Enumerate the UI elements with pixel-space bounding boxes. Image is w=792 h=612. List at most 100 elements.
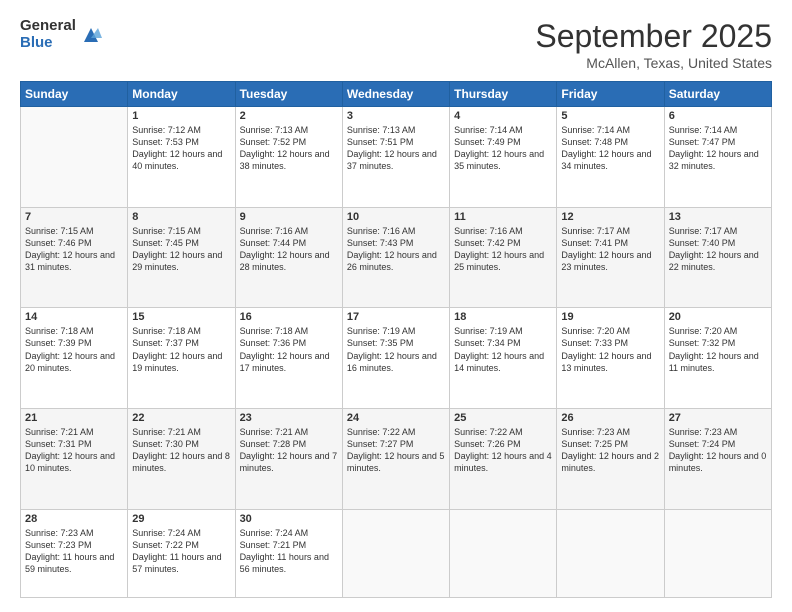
calendar-cell: 6 Sunrise: 7:14 AMSunset: 7:47 PMDaylight… xyxy=(664,107,771,208)
title-block: September 2025 McAllen, Texas, United St… xyxy=(535,18,772,71)
cell-sun-info: Sunrise: 7:19 AMSunset: 7:34 PMDaylight:… xyxy=(454,325,552,374)
cell-sun-info: Sunrise: 7:17 AMSunset: 7:40 PMDaylight:… xyxy=(669,225,767,274)
cell-day-number: 17 xyxy=(347,311,445,323)
cell-day-number: 15 xyxy=(132,311,230,323)
calendar-week-row: 1 Sunrise: 7:12 AMSunset: 7:53 PMDaylight… xyxy=(21,107,772,208)
weekday-header-row: SundayMondayTuesdayWednesdayThursdayFrid… xyxy=(21,82,772,107)
cell-sun-info: Sunrise: 7:14 AMSunset: 7:48 PMDaylight:… xyxy=(561,124,659,173)
calendar-week-row: 28Sunrise: 7:23 AMSunset: 7:23 PMDayligh… xyxy=(21,509,772,597)
cell-sun-info: Sunrise: 7:16 AMSunset: 7:44 PMDaylight:… xyxy=(240,225,338,274)
cell-sun-info: Sunrise: 7:24 AMSunset: 7:21 PMDaylight:… xyxy=(240,527,338,576)
cell-day-number: 3 xyxy=(347,110,445,122)
weekday-header: Tuesday xyxy=(235,82,342,107)
calendar-cell: 21 Sunrise: 7:21 AMSunset: 7:31 PMDayligh… xyxy=(21,408,128,509)
cell-day-number: 14 xyxy=(25,311,123,323)
cell-sun-info: Sunrise: 7:12 AMSunset: 7:53 PMDaylight:… xyxy=(132,124,230,173)
cell-day-number: 13 xyxy=(669,211,767,223)
calendar-cell: 11 Sunrise: 7:16 AMSunset: 7:42 PMDayligh… xyxy=(450,207,557,308)
cell-day-number: 7 xyxy=(25,211,123,223)
calendar-week-row: 14 Sunrise: 7:18 AMSunset: 7:39 PMDayligh… xyxy=(21,308,772,409)
cell-sun-info: Sunrise: 7:19 AMSunset: 7:35 PMDaylight:… xyxy=(347,325,445,374)
cell-day-number: 4 xyxy=(454,110,552,122)
cell-day-number: 12 xyxy=(561,211,659,223)
calendar-cell: 28Sunrise: 7:23 AMSunset: 7:23 PMDayligh… xyxy=(21,509,128,597)
cell-day-number: 29 xyxy=(132,513,230,525)
calendar-week-row: 21 Sunrise: 7:21 AMSunset: 7:31 PMDayligh… xyxy=(21,408,772,509)
location: McAllen, Texas, United States xyxy=(535,55,772,71)
cell-sun-info: Sunrise: 7:13 AMSunset: 7:52 PMDaylight:… xyxy=(240,124,338,173)
calendar-cell xyxy=(21,107,128,208)
cell-sun-info: Sunrise: 7:20 AMSunset: 7:33 PMDaylight:… xyxy=(561,325,659,374)
cell-day-number: 23 xyxy=(240,412,338,424)
cell-day-number: 11 xyxy=(454,211,552,223)
cell-sun-info: Sunrise: 7:21 AMSunset: 7:28 PMDaylight:… xyxy=(240,426,338,475)
calendar-cell: 2Sunrise: 7:13 AMSunset: 7:52 PMDaylight… xyxy=(235,107,342,208)
cell-day-number: 30 xyxy=(240,513,338,525)
calendar-cell: 14 Sunrise: 7:18 AMSunset: 7:39 PMDayligh… xyxy=(21,308,128,409)
cell-sun-info: Sunrise: 7:18 AMSunset: 7:39 PMDaylight:… xyxy=(25,325,123,374)
calendar-cell xyxy=(664,509,771,597)
cell-day-number: 26 xyxy=(561,412,659,424)
calendar-cell: 29 Sunrise: 7:24 AMSunset: 7:22 PMDayligh… xyxy=(128,509,235,597)
cell-sun-info: Sunrise: 7:16 AMSunset: 7:42 PMDaylight:… xyxy=(454,225,552,274)
calendar: SundayMondayTuesdayWednesdayThursdayFrid… xyxy=(20,81,772,598)
calendar-cell: 18 Sunrise: 7:19 AMSunset: 7:34 PMDayligh… xyxy=(450,308,557,409)
logo-general: General xyxy=(20,18,76,35)
cell-day-number: 1 xyxy=(132,110,230,122)
cell-day-number: 22 xyxy=(132,412,230,424)
calendar-cell: 23 Sunrise: 7:21 AMSunset: 7:28 PMDayligh… xyxy=(235,408,342,509)
cell-day-number: 5 xyxy=(561,110,659,122)
calendar-cell: 30 Sunrise: 7:24 AMSunset: 7:21 PMDayligh… xyxy=(235,509,342,597)
cell-sun-info: Sunrise: 7:24 AMSunset: 7:22 PMDaylight:… xyxy=(132,527,230,576)
header: General Blue September 2025 McAllen, Tex… xyxy=(20,18,772,71)
calendar-cell: 9 Sunrise: 7:16 AMSunset: 7:44 PMDaylight… xyxy=(235,207,342,308)
cell-sun-info: Sunrise: 7:15 AMSunset: 7:45 PMDaylight:… xyxy=(132,225,230,274)
cell-sun-info: Sunrise: 7:23 AMSunset: 7:23 PMDaylight:… xyxy=(25,527,123,576)
cell-day-number: 9 xyxy=(240,211,338,223)
calendar-cell: 27Sunrise: 7:23 AMSunset: 7:24 PMDayligh… xyxy=(664,408,771,509)
calendar-cell: 8 Sunrise: 7:15 AMSunset: 7:45 PMDaylight… xyxy=(128,207,235,308)
calendar-week-row: 7 Sunrise: 7:15 AMSunset: 7:46 PMDaylight… xyxy=(21,207,772,308)
weekday-header: Sunday xyxy=(21,82,128,107)
calendar-cell xyxy=(557,509,664,597)
cell-day-number: 24 xyxy=(347,412,445,424)
calendar-cell: 26 Sunrise: 7:23 AMSunset: 7:25 PMDayligh… xyxy=(557,408,664,509)
calendar-cell: 13 Sunrise: 7:17 AMSunset: 7:40 PMDayligh… xyxy=(664,207,771,308)
cell-sun-info: Sunrise: 7:22 AMSunset: 7:27 PMDaylight:… xyxy=(347,426,445,475)
cell-day-number: 19 xyxy=(561,311,659,323)
calendar-cell xyxy=(450,509,557,597)
cell-sun-info: Sunrise: 7:21 AMSunset: 7:30 PMDaylight:… xyxy=(132,426,230,475)
cell-day-number: 21 xyxy=(25,412,123,424)
cell-sun-info: Sunrise: 7:21 AMSunset: 7:31 PMDaylight:… xyxy=(25,426,123,475)
calendar-cell: 15 Sunrise: 7:18 AMSunset: 7:37 PMDayligh… xyxy=(128,308,235,409)
cell-day-number: 10 xyxy=(347,211,445,223)
weekday-header: Monday xyxy=(128,82,235,107)
page: General Blue September 2025 McAllen, Tex… xyxy=(0,0,792,612)
cell-sun-info: Sunrise: 7:18 AMSunset: 7:37 PMDaylight:… xyxy=(132,325,230,374)
weekday-header: Wednesday xyxy=(342,82,449,107)
calendar-cell: 3 Sunrise: 7:13 AMSunset: 7:51 PMDaylight… xyxy=(342,107,449,208)
cell-sun-info: Sunrise: 7:23 AMSunset: 7:25 PMDaylight:… xyxy=(561,426,659,475)
cell-sun-info: Sunrise: 7:14 AMSunset: 7:47 PMDaylight:… xyxy=(669,124,767,173)
logo-blue: Blue xyxy=(20,35,76,52)
calendar-cell: 22 Sunrise: 7:21 AMSunset: 7:30 PMDayligh… xyxy=(128,408,235,509)
cell-sun-info: Sunrise: 7:14 AMSunset: 7:49 PMDaylight:… xyxy=(454,124,552,173)
cell-sun-info: Sunrise: 7:17 AMSunset: 7:41 PMDaylight:… xyxy=(561,225,659,274)
cell-sun-info: Sunrise: 7:18 AMSunset: 7:36 PMDaylight:… xyxy=(240,325,338,374)
weekday-header: Thursday xyxy=(450,82,557,107)
weekday-header: Saturday xyxy=(664,82,771,107)
cell-day-number: 16 xyxy=(240,311,338,323)
cell-day-number: 27 xyxy=(669,412,767,424)
cell-day-number: 6 xyxy=(669,110,767,122)
calendar-cell: 25Sunrise: 7:22 AMSunset: 7:26 PMDayligh… xyxy=(450,408,557,509)
cell-day-number: 8 xyxy=(132,211,230,223)
cell-sun-info: Sunrise: 7:15 AMSunset: 7:46 PMDaylight:… xyxy=(25,225,123,274)
month-title: September 2025 xyxy=(535,18,772,55)
cell-day-number: 20 xyxy=(669,311,767,323)
cell-sun-info: Sunrise: 7:13 AMSunset: 7:51 PMDaylight:… xyxy=(347,124,445,173)
calendar-cell: 24 Sunrise: 7:22 AMSunset: 7:27 PMDayligh… xyxy=(342,408,449,509)
cell-day-number: 18 xyxy=(454,311,552,323)
calendar-cell xyxy=(342,509,449,597)
cell-sun-info: Sunrise: 7:20 AMSunset: 7:32 PMDaylight:… xyxy=(669,325,767,374)
cell-day-number: 25 xyxy=(454,412,552,424)
